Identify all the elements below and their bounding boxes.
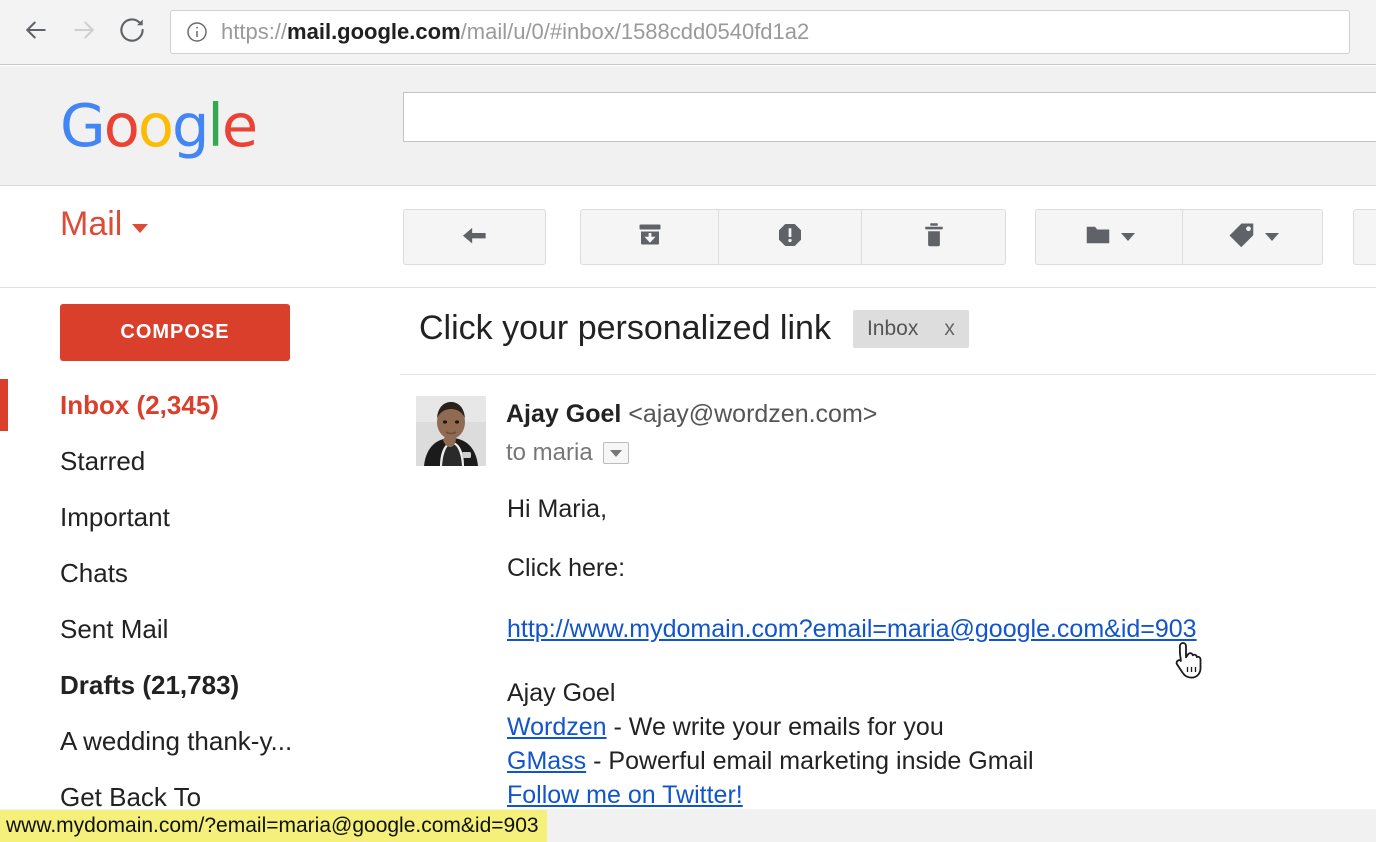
details-chevron-down-icon[interactable] [602, 442, 629, 464]
reload-button[interactable] [108, 8, 156, 56]
forward-arrow-icon [69, 15, 99, 50]
browser-window: https://mail.google.com/mail/u/0/#inbox/… [0, 0, 1376, 842]
trash-icon [919, 220, 949, 255]
browser-toolbar: https://mail.google.com/mail/u/0/#inbox/… [0, 0, 1376, 65]
sender-meta: Ajay Goel <ajay@wordzen.com> to maria [506, 396, 877, 467]
sidebar-item-label: Drafts (21,783) [60, 669, 240, 700]
url-scheme: https:// [221, 19, 288, 44]
signature-line-gmass: GMass - Powerful email marketing inside … [507, 746, 1367, 776]
mail-dropdown[interactable]: Mail [60, 205, 149, 244]
avatar [416, 396, 486, 466]
sidebar-nav: Inbox (2,345) Starred Important Chats Se… [0, 377, 399, 825]
divider [400, 374, 1376, 375]
subject-row: Click your personalized link Inbox x [419, 309, 1376, 348]
reply-button[interactable] [403, 209, 546, 265]
signature-line-twitter: Follow me on Twitter! [507, 780, 1367, 810]
sidebar-item-label: Starred [60, 445, 146, 476]
sender-address: <ajay@wordzen.com> [628, 400, 878, 428]
mail-label-text: Mail [60, 205, 123, 243]
report-spam-button[interactable] [719, 209, 862, 265]
sidebar-item-starred[interactable]: Starred [0, 433, 399, 489]
mail-toolbar: Mail [0, 187, 1376, 288]
email-body: Hi Maria, Click here: http://www.mydomai… [507, 497, 1367, 814]
recipient-label: to maria [506, 439, 593, 466]
recipient-row[interactable]: to maria [506, 439, 877, 467]
more-button[interactable] [1353, 209, 1376, 265]
address-bar[interactable]: https://mail.google.com/mail/u/0/#inbox/… [170, 10, 1350, 54]
sender-line: Ajay Goel <ajay@wordzen.com> [506, 400, 877, 429]
chevron-down-icon [132, 224, 149, 233]
forward-button[interactable] [60, 8, 108, 56]
gmass-tagline: - Powerful email marketing inside Gmail [586, 747, 1034, 775]
move-to-button[interactable] [1035, 209, 1183, 265]
page-title: Click your personalized link [419, 309, 831, 347]
sidebar-item-wedding-thank-you[interactable]: A wedding thank-y... [0, 713, 399, 769]
sidebar-item-sent-mail[interactable]: Sent Mail [0, 601, 399, 657]
reload-icon [117, 15, 147, 50]
google-header: Google [0, 66, 1376, 186]
more-actions-group [1353, 209, 1376, 265]
chevron-down-icon [1121, 233, 1135, 241]
sidebar: COMPOSE Inbox (2,345) Starred Important … [0, 289, 399, 812]
reply-arrow-icon [458, 218, 492, 257]
chevron-down-icon [1264, 233, 1279, 241]
body-greeting: Hi Maria, [507, 495, 608, 523]
google-logo[interactable]: Google [60, 96, 258, 155]
gmass-link[interactable]: GMass [507, 747, 586, 775]
back-button[interactable] [12, 8, 60, 56]
compose-button[interactable]: COMPOSE [60, 304, 290, 361]
body-instruction: Click here: [507, 554, 626, 582]
sidebar-item-label: Get Back To [60, 781, 202, 812]
delete-button[interactable] [862, 209, 1006, 265]
close-icon[interactable]: x [944, 317, 955, 341]
sidebar-item-chats[interactable]: Chats [0, 545, 399, 601]
pointing-hand-cursor [1172, 640, 1206, 682]
signature-name: Ajay Goel [507, 679, 616, 707]
sidebar-item-important[interactable]: Important [0, 489, 399, 545]
info-circle-icon [185, 20, 209, 44]
sidebar-item-label: Inbox (2,345) [60, 389, 219, 420]
email-pane: Click your personalized link Inbox x Aja… [399, 289, 1376, 809]
archive-box-icon [635, 220, 665, 255]
message-actions-group [580, 209, 1006, 265]
tag-icon [1227, 220, 1257, 255]
status-bar-url: www.mydomain.com/?email=maria@google.com… [0, 809, 547, 842]
wordzen-tagline: - We write your emails for you [606, 713, 944, 741]
sidebar-item-inbox[interactable]: Inbox (2,345) [0, 377, 399, 433]
label-chip-text: Inbox [866, 316, 919, 340]
twitter-link[interactable]: Follow me on Twitter! [507, 781, 743, 809]
labels-button[interactable] [1183, 209, 1323, 265]
reply-button-group [403, 209, 546, 265]
browser-status-bar: www.mydomain.com/?email=maria@google.com… [0, 809, 1376, 842]
wordzen-link[interactable]: Wordzen [507, 713, 607, 741]
url-host: mail.google.com [287, 19, 461, 44]
sidebar-item-label: Sent Mail [60, 613, 169, 644]
status-badge[interactable]: Inbox x [852, 309, 969, 348]
sender-name: Ajay Goel [506, 400, 622, 428]
signature-line-wordzen: Wordzen - We write your emails for you [507, 712, 1367, 742]
sidebar-item-label: Chats [60, 557, 128, 588]
spam-octagon-icon [775, 220, 805, 255]
search-input[interactable] [403, 92, 1376, 142]
url-path: /mail/u/0/#inbox/1588cdd0540fd1a2 [460, 19, 810, 44]
archive-button[interactable] [580, 209, 719, 265]
organize-group [1035, 209, 1323, 265]
sidebar-item-label: Important [60, 501, 170, 532]
signature: Ajay Goel Wordzen - We write your emails… [507, 678, 1367, 810]
personalized-link[interactable]: http://www.mydomain.com?email=maria@goog… [507, 615, 1197, 644]
folder-icon [1083, 220, 1113, 255]
back-arrow-icon [21, 15, 51, 50]
sender-row: Ajay Goel <ajay@wordzen.com> to maria [416, 396, 877, 467]
sidebar-item-label: A wedding thank-y... [60, 725, 293, 756]
sidebar-item-drafts[interactable]: Drafts (21,783) [0, 657, 399, 713]
